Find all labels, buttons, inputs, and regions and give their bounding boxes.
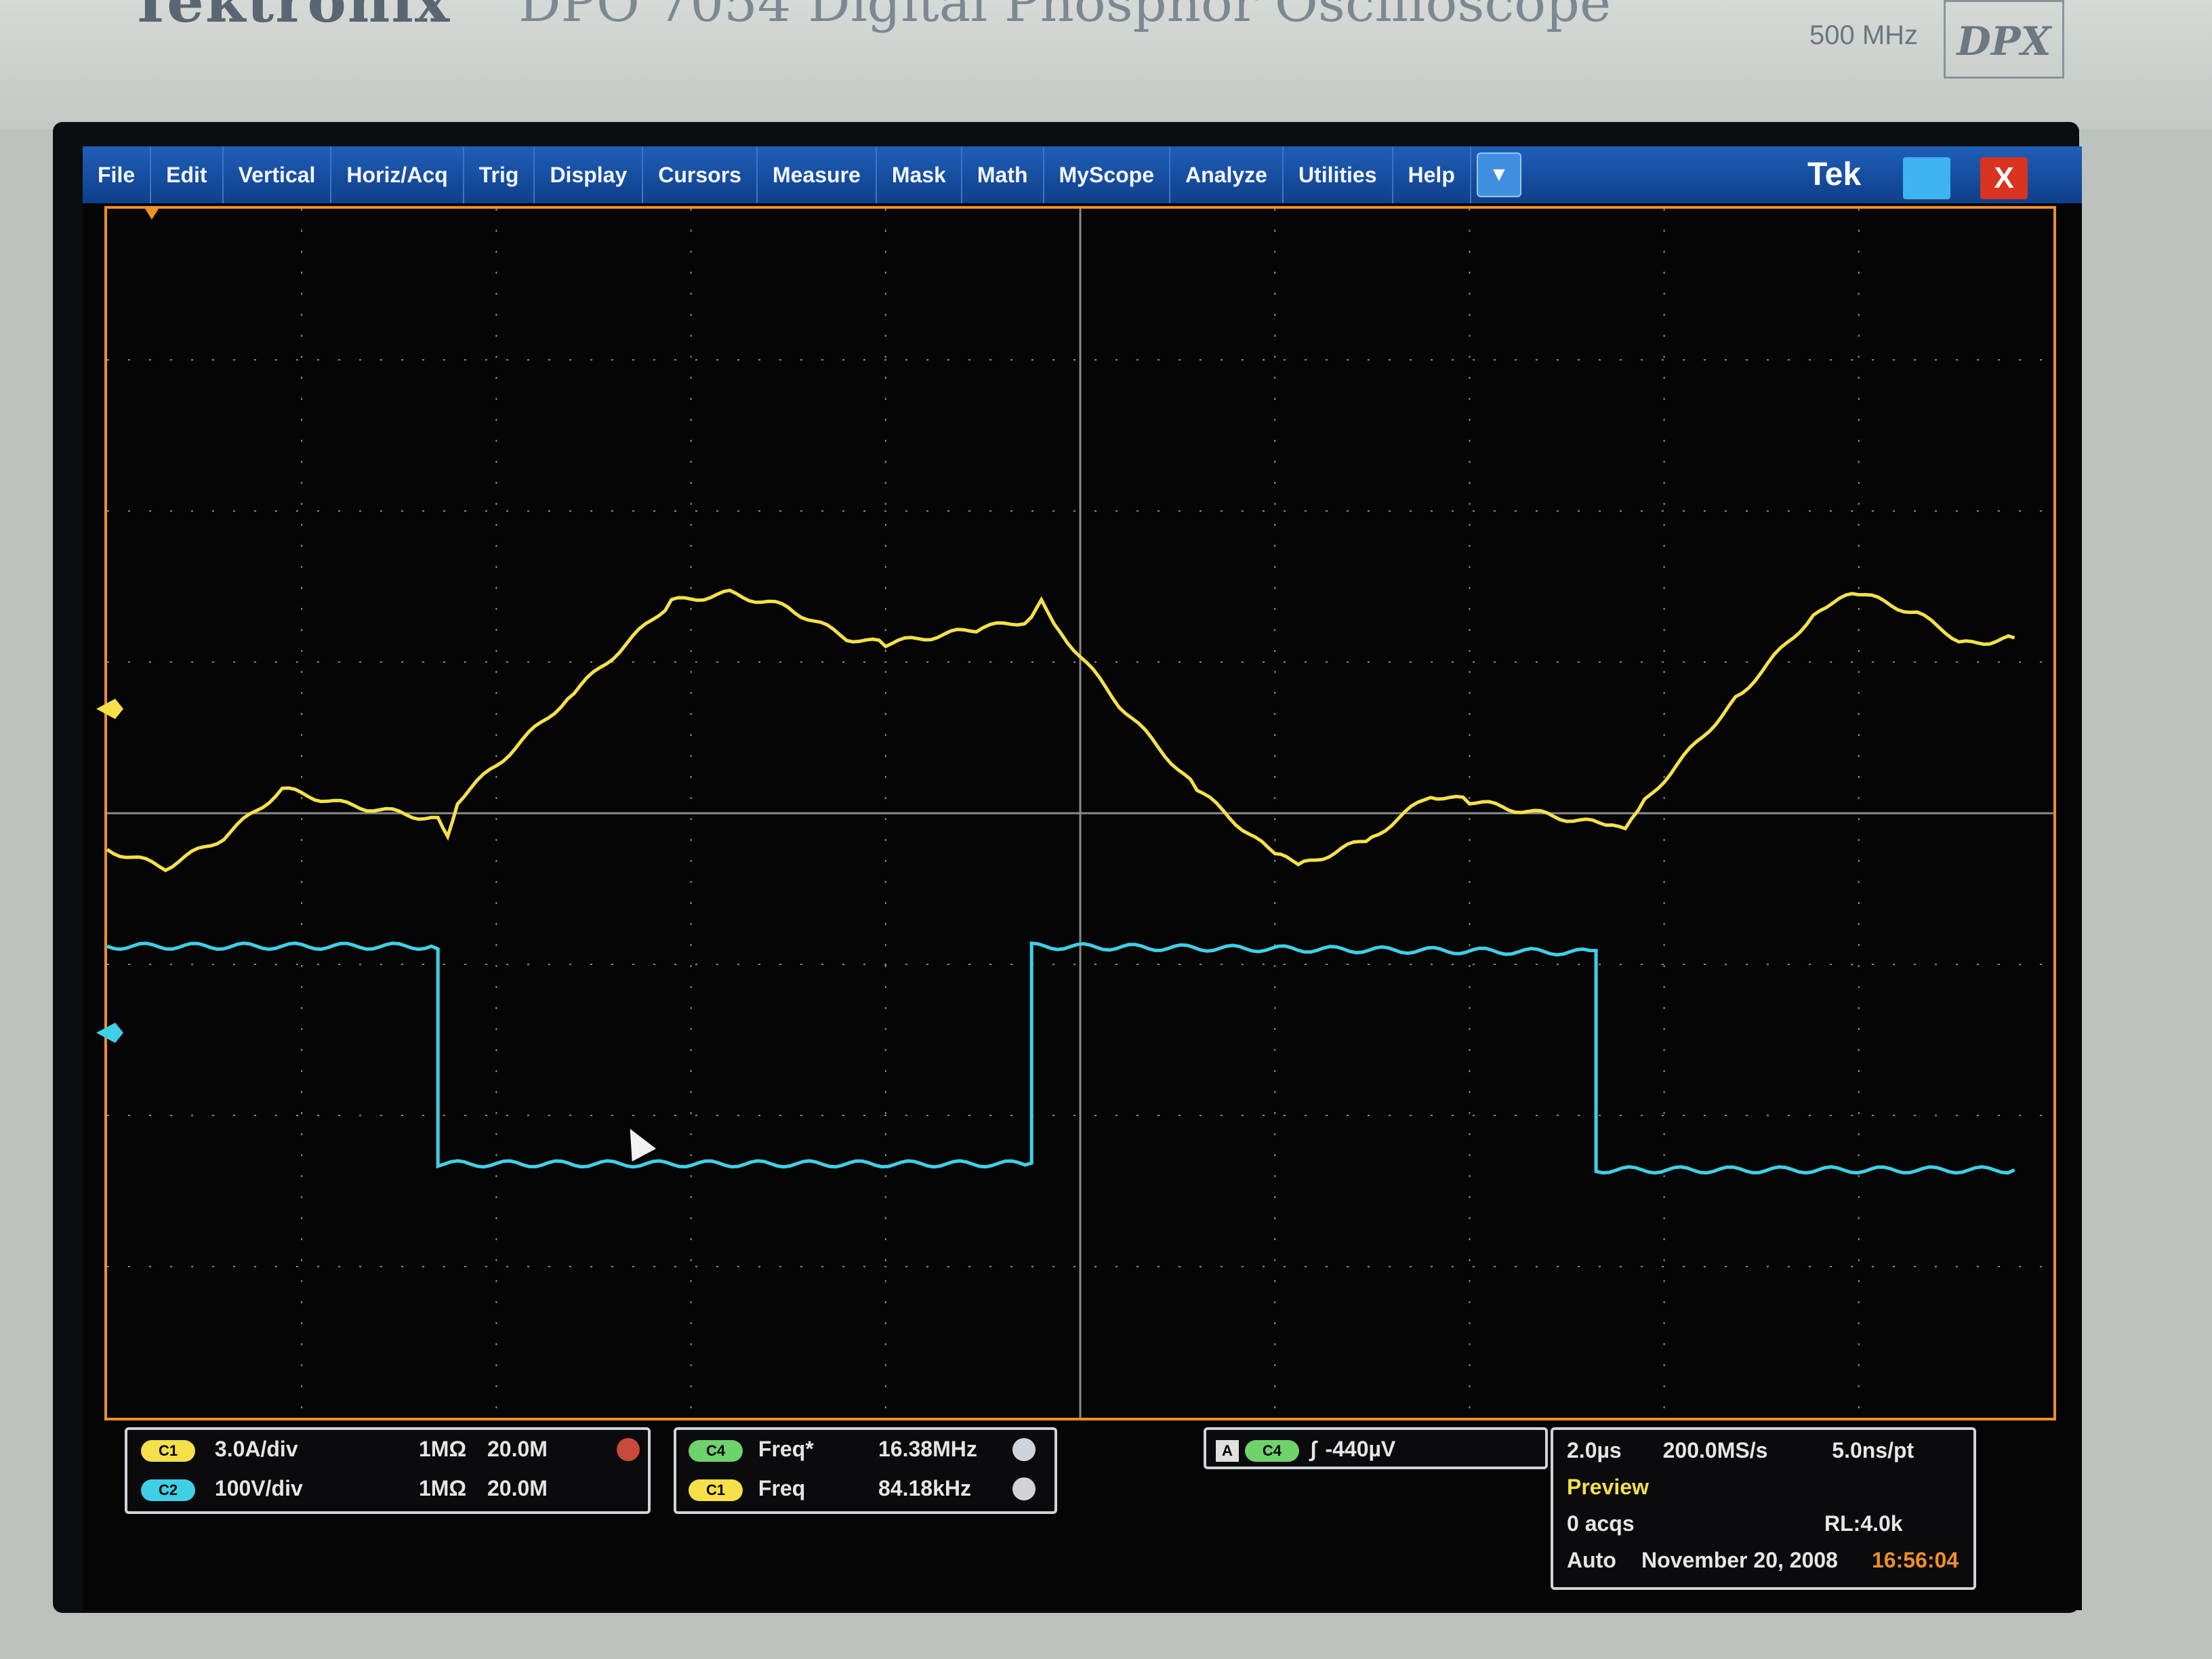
grid-lines: [107, 209, 2053, 1418]
ch1-coupling: 1MΩ: [419, 1437, 467, 1461]
measurement-readout[interactable]: C4 Freq* 16.38MHz C1 Freq 84.18kHz: [674, 1427, 1057, 1514]
meas2-label: Freq: [758, 1476, 806, 1500]
dpx-badge: DPX: [1944, 0, 2064, 79]
model-description: Digital Phosphor Oscilloscope: [808, 0, 1612, 34]
ch1-bandwidth: 20.0M: [487, 1437, 548, 1461]
model-number: DPO 7054: [518, 0, 792, 34]
waveform-display: [96, 209, 2053, 1418]
measurement-row-1[interactable]: C4 Freq* 16.38MHz: [689, 1437, 977, 1462]
channel-readout[interactable]: C1 3.0A/div 1MΩ 20.0M C2 100V/div 1MΩ 20…: [125, 1427, 651, 1514]
ch2-bandwidth: 20.0M: [487, 1476, 548, 1500]
measurement-row-2[interactable]: C1 Freq 84.18kHz: [689, 1476, 971, 1501]
ch2-ground-marker-icon: [96, 1023, 123, 1043]
scope-screen: File Edit Vertical Horiz/Acq Trig Displa…: [83, 146, 2082, 1610]
record-length: RL:4.0k: [1824, 1511, 1903, 1536]
brand-logo: Tektronix: [129, 0, 451, 36]
meas1-label: Freq*: [758, 1437, 814, 1461]
acq-count: 0 acqs: [1567, 1511, 1635, 1536]
trigger-mode: Auto: [1567, 1548, 1616, 1572]
ch2-scale: 100V/div: [214, 1476, 303, 1500]
trigger-readout[interactable]: A C4 ∫ -440µV: [1204, 1427, 1548, 1469]
resolution: 5.0ns/pt: [1832, 1438, 1914, 1462]
sample-rate: 200.0MS/s: [1662, 1438, 1768, 1462]
ch1-readout-row[interactable]: C1 3.0A/div: [141, 1437, 298, 1462]
ch1-scale: 3.0A/div: [214, 1437, 298, 1461]
oscilloscope-bezel: Tektronix DPO 7054 Digital Phosphor Osci…: [0, 0, 2212, 129]
ch2-waveform: [106, 941, 2015, 1175]
ch1-coupling-group: 1MΩ 20.0M: [419, 1437, 548, 1462]
time-per-div: 2.0µs: [1567, 1438, 1622, 1462]
meas2-chip: C1: [689, 1479, 743, 1501]
trigger-marker-icon: [145, 209, 159, 220]
ch1-status-icon: [617, 1438, 640, 1461]
trigger-level: -440µV: [1325, 1437, 1396, 1461]
meas1-value: 16.38MHz: [878, 1437, 977, 1461]
meas1-status-icon: [1012, 1438, 1036, 1461]
trigger-mode-chip: A: [1216, 1439, 1239, 1462]
meas1-chip: C4: [689, 1439, 743, 1462]
ch2-readout-row[interactable]: C2 100V/div: [141, 1476, 303, 1501]
model-name: DPO 7054 Digital Phosphor Oscilloscope: [518, 0, 1611, 34]
acq-time: 16:56:04: [1872, 1548, 1959, 1572]
ch2-coupling: 1MΩ: [419, 1476, 467, 1500]
timebase-row: 2.0µs 200.0MS/s 5.0ns/pt: [1567, 1438, 1914, 1463]
meas2-status-icon: [1012, 1477, 1036, 1500]
ch1-ground-marker-icon: [96, 699, 123, 719]
ch1-waveform: [106, 588, 2015, 873]
ch1-chip: C1: [141, 1439, 195, 1462]
ch2-chip: C2: [141, 1479, 195, 1501]
acq-date: November 20, 2008: [1641, 1548, 1838, 1572]
acq-state: Preview: [1567, 1475, 1649, 1499]
trigger-slope-icon: ∫: [1310, 1437, 1317, 1461]
trigger-source-chip: C4: [1244, 1439, 1299, 1462]
ch2-coupling-group: 1MΩ 20.0M: [419, 1476, 548, 1501]
meas2-value: 84.18kHz: [878, 1476, 971, 1500]
bandwidth-label: 500 MHz: [1809, 20, 1919, 50]
acquisition-readout[interactable]: 2.0µs 200.0MS/s 5.0ns/pt Preview 0 acqs …: [1551, 1427, 1976, 1590]
trigger-row: A C4 ∫ -440µV: [1216, 1437, 1395, 1462]
